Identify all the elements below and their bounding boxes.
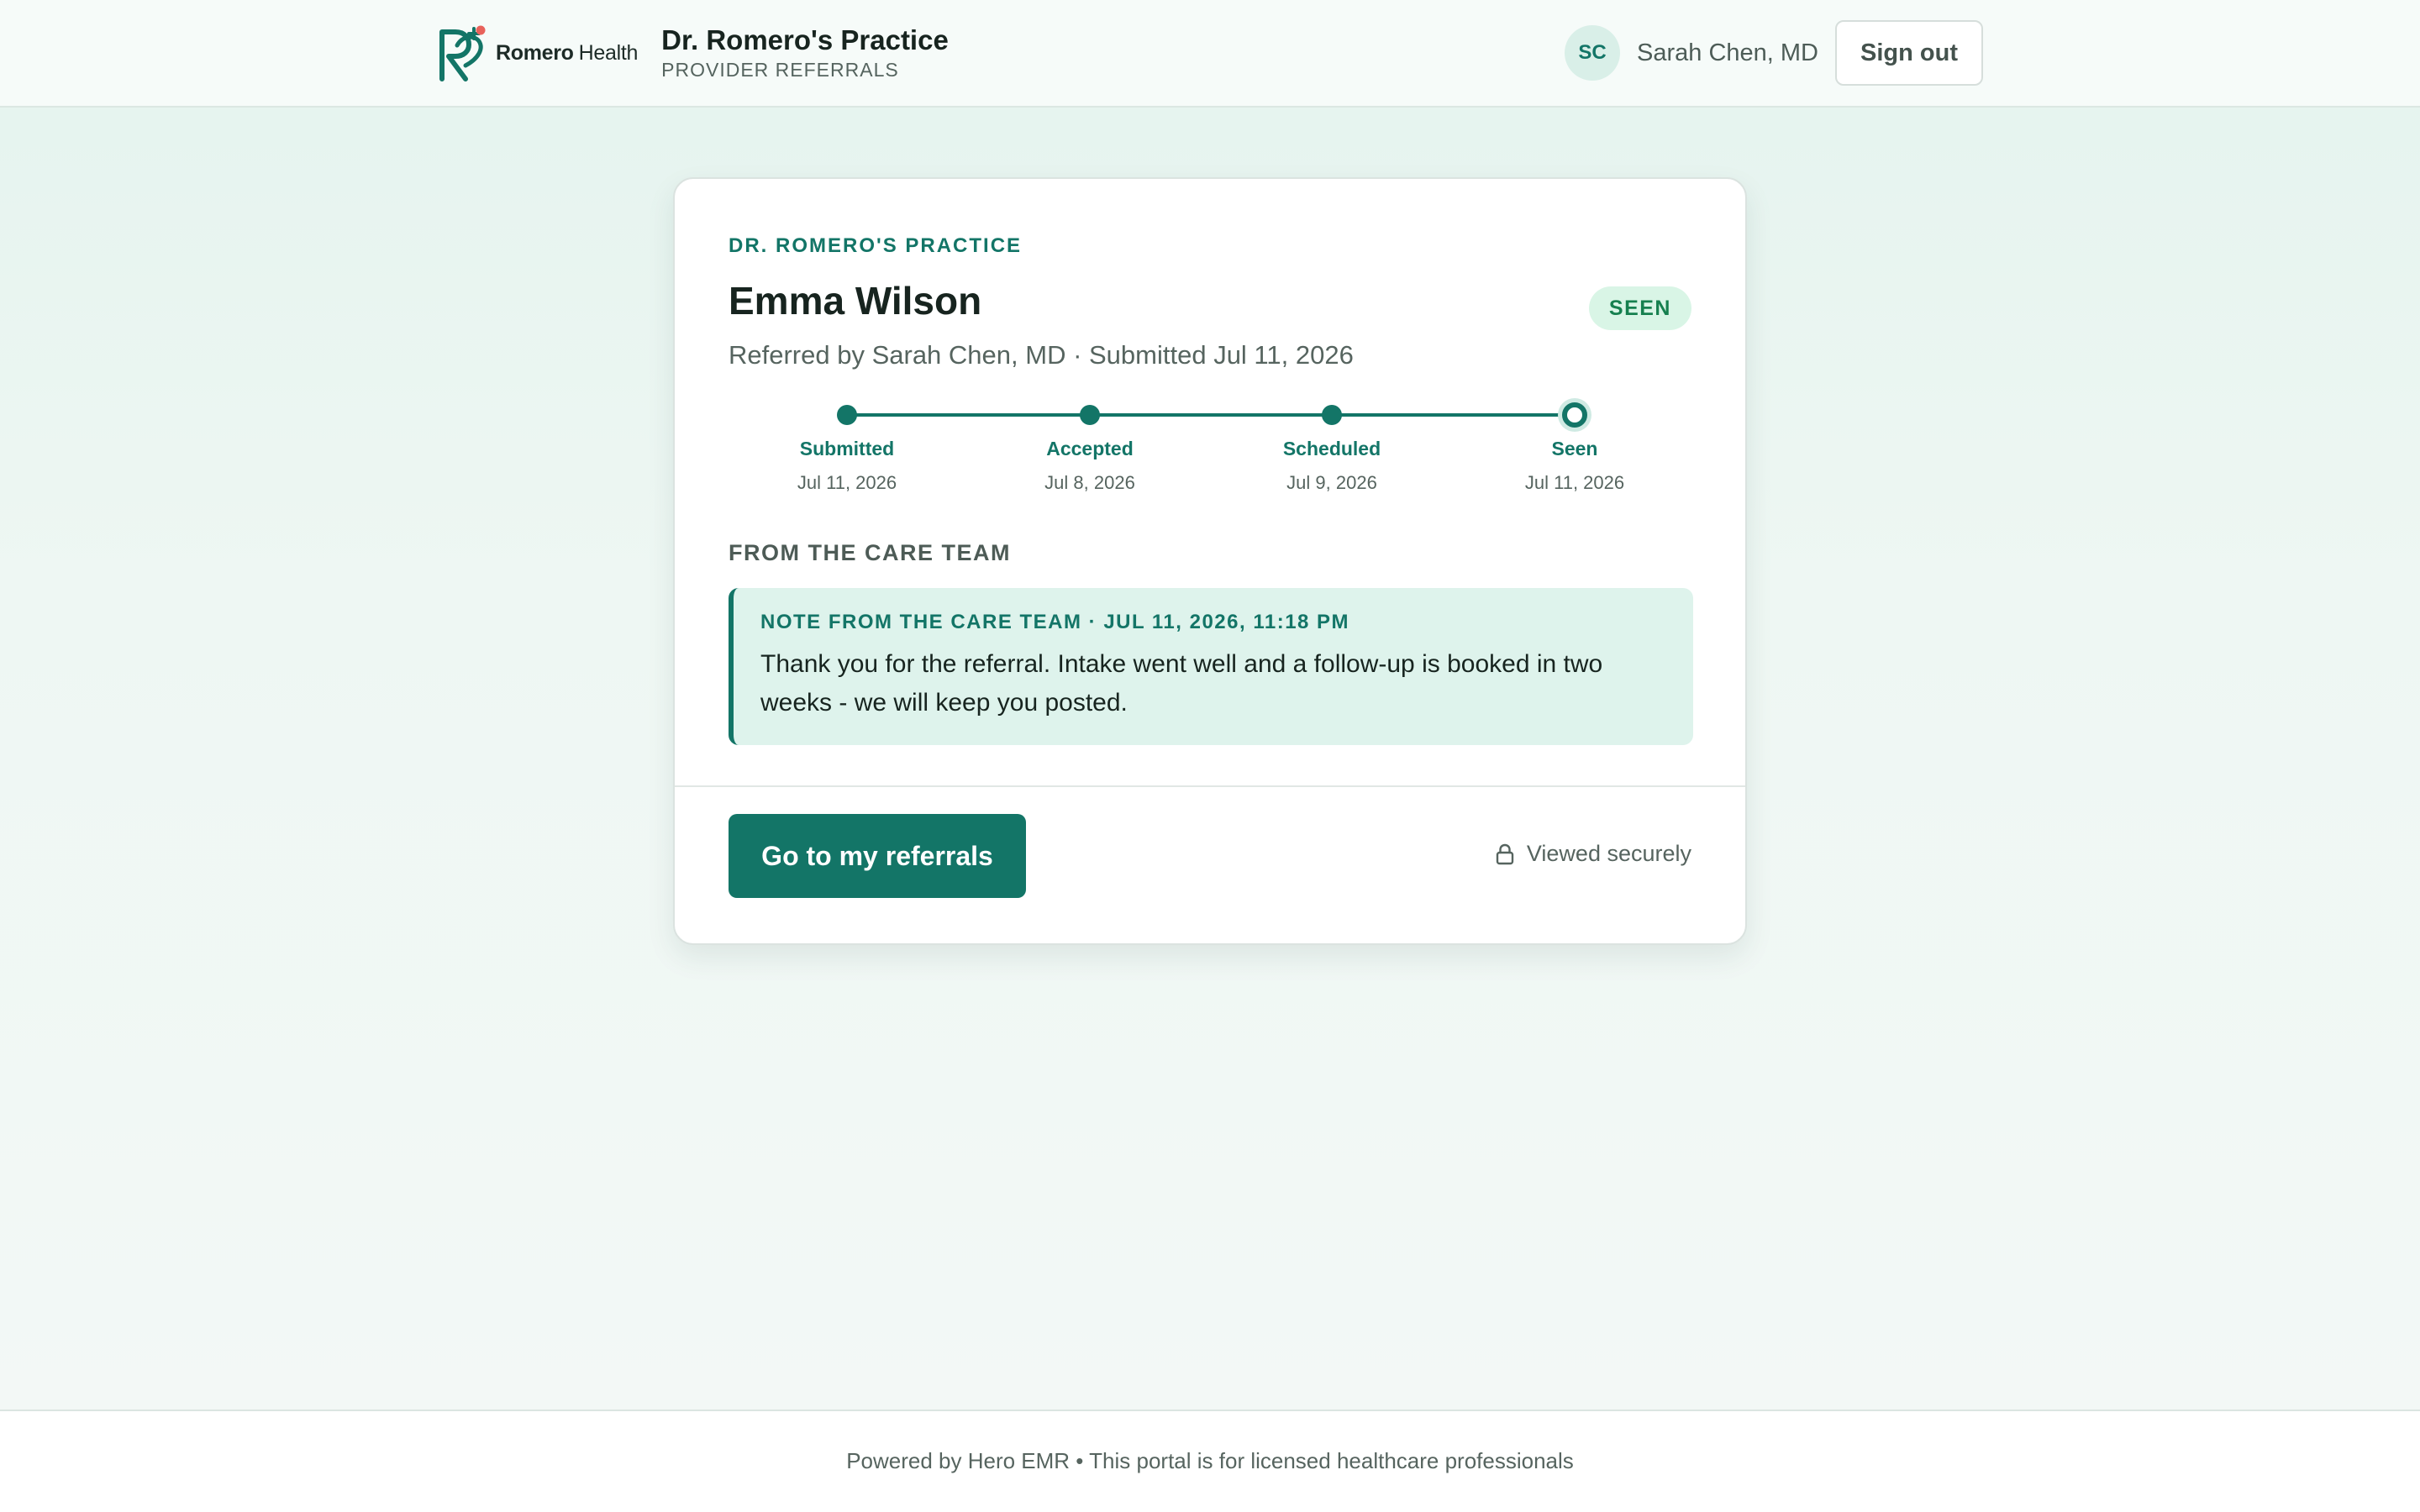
romero-health-logo-icon: [439, 25, 486, 81]
timeline-step-scheduled: Scheduled Jul 9, 2026: [1248, 399, 1416, 495]
secure-label: Viewed securely: [1526, 841, 1691, 866]
timeline-step-label: Seen: [1551, 438, 1598, 459]
logo-text-bold: Romero: [496, 40, 574, 65]
referral-card: DR. ROMERO'S PRACTICE Emma Wilson SEEN R…: [673, 177, 1747, 945]
user-area: SC Sarah Chen, MD Sign out: [1565, 20, 1983, 86]
timeline-step-label: Scheduled: [1282, 438, 1381, 459]
avatar[interactable]: SC: [1565, 25, 1621, 81]
timeline-step-date: Jul 11, 2026: [1524, 472, 1625, 493]
logo[interactable]: Romero Health: [437, 24, 638, 82]
patient-name: Emma Wilson: [729, 279, 982, 323]
card-eyebrow: DR. ROMERO'S PRACTICE: [729, 234, 1023, 257]
timeline-step-date: Jul 11, 2026: [797, 472, 897, 493]
card-divider: [675, 785, 1745, 787]
go-to-referrals-button[interactable]: Go to my referrals: [729, 814, 1026, 898]
note-text: Thank you for the referral. Intake went …: [760, 650, 1603, 717]
timeline-dot-current: [1562, 402, 1587, 428]
logo-text-light: Health: [578, 40, 639, 65]
practice-name: Dr. Romero's Practice: [661, 24, 949, 55]
footer-text: Powered by Hero EMR • This portal is for…: [846, 1448, 1574, 1473]
timeline-dot: [1080, 405, 1100, 425]
top-bar: Romero Health Dr. Romero's Practice PROVI…: [0, 0, 2420, 108]
status-badge: SEEN: [1588, 286, 1691, 330]
secure-view-indicator: Viewed securely: [1495, 841, 1691, 867]
practice-title-block: Dr. Romero's Practice PROVIDER REFERRALS: [661, 24, 949, 82]
timeline-step-date: Jul 9, 2026: [1286, 472, 1377, 493]
timeline-step-label: Submitted: [799, 438, 895, 459]
section-heading: FROM THE CARE TEAM: [729, 540, 1011, 565]
footer: Powered by Hero EMR • This portal is for…: [0, 1410, 2420, 1512]
referral-meta: Referred by Sarah Chen, MD · Submitted J…: [729, 340, 1354, 370]
timeline-dot: [837, 405, 857, 425]
timeline-step-label: Accepted: [1046, 438, 1134, 459]
timeline-step-accepted: Accepted Jul 8, 2026: [1006, 399, 1174, 495]
note-header: NOTE FROM THE CARE TEAM · JUL 11, 2026, …: [760, 611, 1350, 633]
top-bar-content: Romero Health Dr. Romero's Practice PROVI…: [437, 0, 1983, 106]
timeline-track: [847, 413, 1575, 417]
user-name: Sarah Chen, MD: [1637, 39, 1819, 66]
practice-subtitle: PROVIDER REFERRALS: [661, 59, 899, 81]
timeline-step-submitted: Submitted Jul 11, 2026: [763, 399, 931, 495]
status-timeline: Submitted Jul 11, 2026 Accepted Jul 8, 2…: [729, 399, 1693, 500]
timeline-step-seen: Seen Jul 11, 2026: [1491, 399, 1659, 495]
logo-wordmark: Romero Health: [496, 41, 638, 66]
brand: Romero Health Dr. Romero's Practice PROVI…: [437, 24, 949, 82]
timeline-dot: [1322, 405, 1342, 425]
sign-out-button[interactable]: Sign out: [1835, 20, 1983, 86]
care-team-note: NOTE FROM THE CARE TEAM · JUL 11, 2026, …: [729, 588, 1693, 745]
lock-icon: [1496, 843, 1514, 864]
timeline-step-date: Jul 8, 2026: [1044, 472, 1135, 493]
